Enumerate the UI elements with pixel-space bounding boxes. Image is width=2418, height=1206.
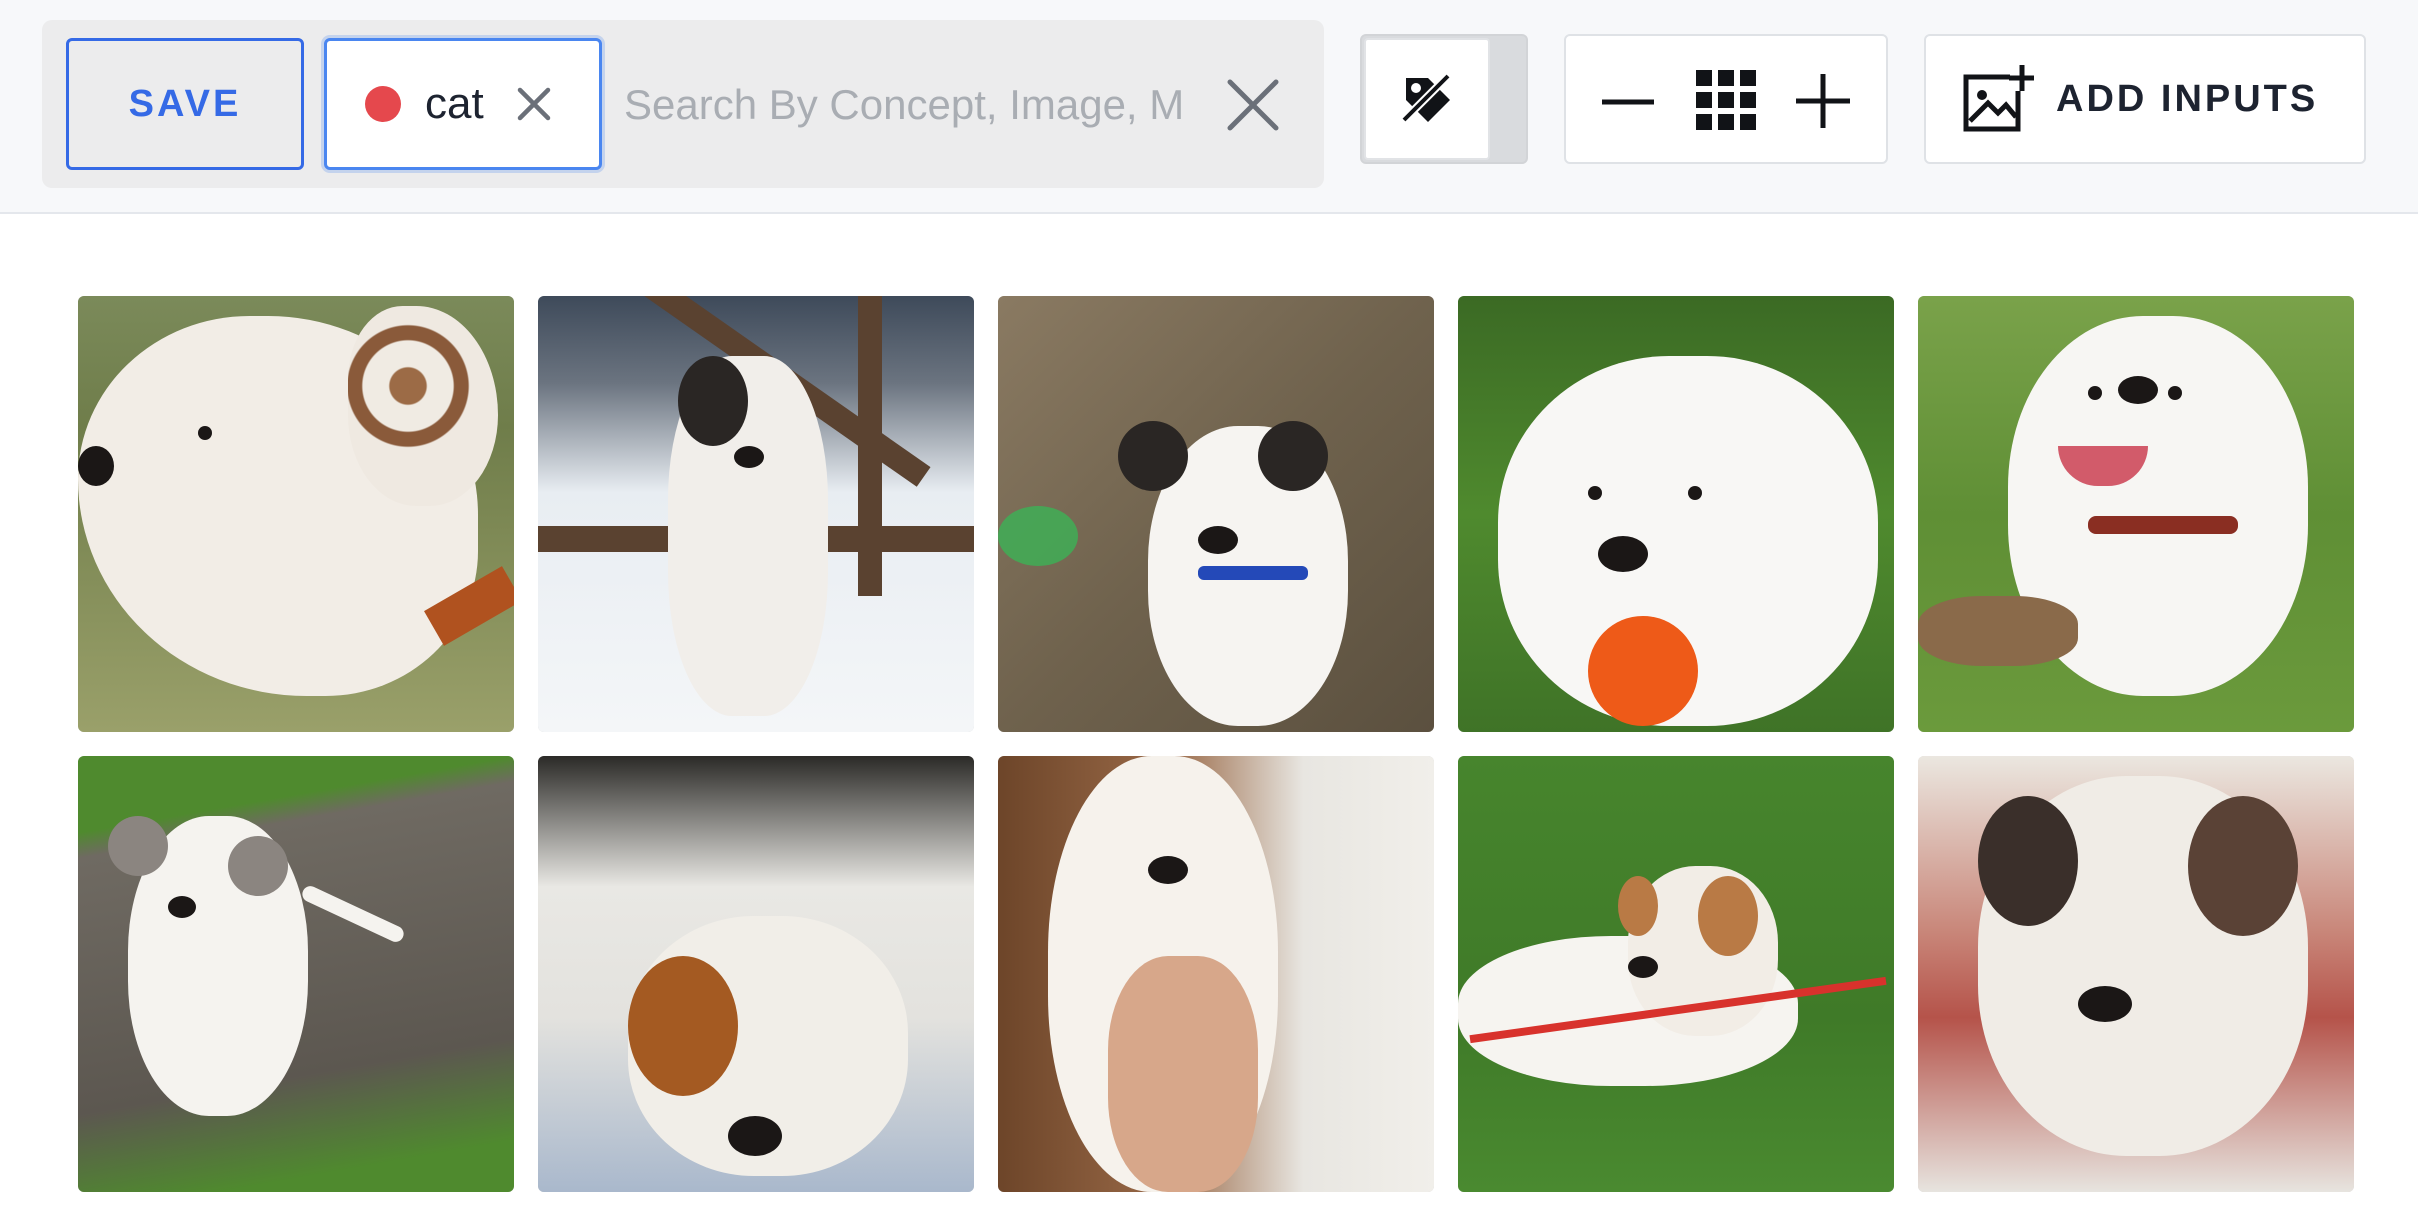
image-tile[interactable] — [538, 756, 974, 1192]
image-tile[interactable] — [1458, 296, 1894, 732]
image-tile[interactable] — [1918, 296, 2354, 732]
concept-chip[interactable]: cat — [324, 38, 602, 170]
add-image-icon — [1962, 63, 2034, 135]
dog-photo — [1918, 756, 2354, 1192]
image-tile[interactable] — [78, 756, 514, 1192]
dog-photo — [998, 756, 1434, 1192]
image-tile[interactable] — [78, 296, 514, 732]
dog-photo — [1458, 296, 1894, 732]
zoom-controls — [1564, 34, 1888, 164]
plus-icon[interactable] — [1794, 72, 1852, 130]
search-bar: SAVE cat — [42, 20, 1324, 188]
minus-icon[interactable] — [1600, 74, 1656, 130]
label-toggle[interactable] — [1360, 34, 1528, 164]
image-tile[interactable] — [998, 756, 1434, 1192]
image-tile[interactable] — [1918, 756, 2354, 1192]
dog-photo — [538, 296, 974, 732]
dog-photo — [1918, 296, 2354, 732]
save-button[interactable]: SAVE — [66, 38, 304, 170]
concept-chip-label: cat — [425, 79, 484, 128]
add-inputs-label: ADD INPUTS — [2056, 77, 2319, 120]
dog-photo — [998, 296, 1434, 732]
image-tile[interactable] — [1458, 756, 1894, 1192]
dog-photo — [78, 756, 514, 1192]
close-icon[interactable] — [514, 84, 554, 124]
add-inputs-button[interactable]: ADD INPUTS — [1924, 34, 2366, 164]
clear-search-icon[interactable] — [1224, 76, 1282, 134]
dog-photo — [1458, 756, 1894, 1192]
image-tile[interactable] — [998, 296, 1434, 732]
grid-icon[interactable] — [1696, 70, 1756, 130]
concept-color-dot — [365, 86, 401, 122]
dog-photo — [538, 756, 974, 1192]
dog-photo — [78, 296, 514, 732]
label-off-icon[interactable] — [1364, 38, 1490, 160]
search-input[interactable] — [624, 60, 1244, 150]
toolbar: SAVE cat Search By Concept, Image, M ADD… — [0, 0, 2418, 214]
image-tile[interactable] — [538, 296, 974, 732]
